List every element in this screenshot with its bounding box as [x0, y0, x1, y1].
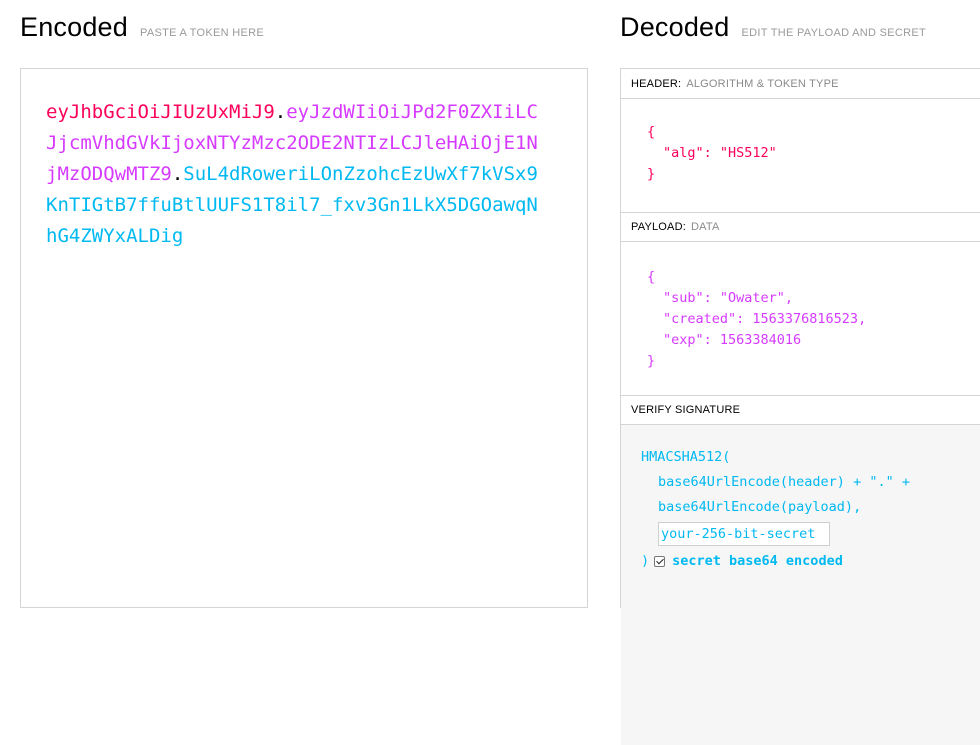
payload-close-brace: }	[647, 353, 656, 369]
payload-open-brace: {	[647, 269, 656, 285]
payload-section-label: PAYLOAD: DATA	[621, 212, 980, 242]
encoded-token-text[interactable]: eyJhbGciOiJIUzUxMiJ9.eyJzdWIiOiJPd2F0ZXI…	[46, 97, 546, 252]
header-section-label: HEADER: ALGORITHM & TOKEN TYPE	[621, 69, 980, 99]
encoded-subtitle: PASTE A TOKEN HERE	[140, 27, 264, 39]
header-alg-line: "alg": "HS512"	[663, 145, 777, 161]
hmac-function-close: )	[641, 553, 650, 569]
decoded-subtitle: EDIT THE PAYLOAD AND SECRET	[741, 27, 927, 39]
base64-checkbox-label[interactable]: secret base64 encoded	[672, 549, 843, 574]
header-json-editor[interactable]: { "alg": "HS512" }	[621, 99, 980, 212]
payload-exp-line: "exp": 1563384016	[663, 332, 802, 348]
token-dot: .	[274, 101, 287, 123]
header-close-brace: }	[647, 166, 656, 182]
payload-created-line: "created": 1563376816523,	[663, 311, 867, 327]
base64-checkbox[interactable]	[654, 556, 666, 567]
verify-signature-block: HMACSHA512( base64UrlEncode(header) + ".…	[621, 425, 980, 745]
encoded-heading: Encoded PASTE A TOKEN HERE	[20, 12, 264, 43]
verify-label: VERIFY SIGNATURE	[631, 404, 741, 416]
decoded-title: Decoded	[620, 12, 730, 42]
secret-input[interactable]: your-256-bit-secret	[658, 522, 830, 546]
token-dot: .	[171, 163, 184, 185]
payload-sub-line: "sub": "Owater",	[663, 290, 794, 306]
encoded-token-editor[interactable]: eyJhbGciOiJIUzUxMiJ9.eyJzdWIiOiJPd2F0ZXI…	[20, 68, 588, 608]
verify-header-line: base64UrlEncode(header) + "." +	[658, 474, 910, 490]
payload-sublabel: DATA	[691, 221, 720, 233]
header-sublabel: ALGORITHM & TOKEN TYPE	[686, 77, 839, 90]
payload-label: PAYLOAD:	[631, 221, 686, 233]
payload-json-editor[interactable]: { "sub": "Owater", "created": 1563376816…	[621, 242, 980, 395]
verify-section-label: VERIFY SIGNATURE	[621, 395, 980, 425]
hmac-function-open: HMACSHA512(	[641, 449, 731, 465]
decoded-panel: HEADER: ALGORITHM & TOKEN TYPE { "alg": …	[620, 68, 980, 745]
decoded-heading: Decoded EDIT THE PAYLOAD AND SECRET	[620, 12, 926, 43]
verify-payload-line: base64UrlEncode(payload),	[658, 499, 862, 515]
encoded-title: Encoded	[20, 12, 128, 42]
header-open-brace: {	[647, 124, 656, 140]
base64-option-row: ) secret base64 encoded	[641, 549, 980, 574]
token-header-part: eyJhbGciOiJIUzUxMiJ9	[46, 101, 275, 123]
header-label: HEADER:	[631, 77, 682, 90]
